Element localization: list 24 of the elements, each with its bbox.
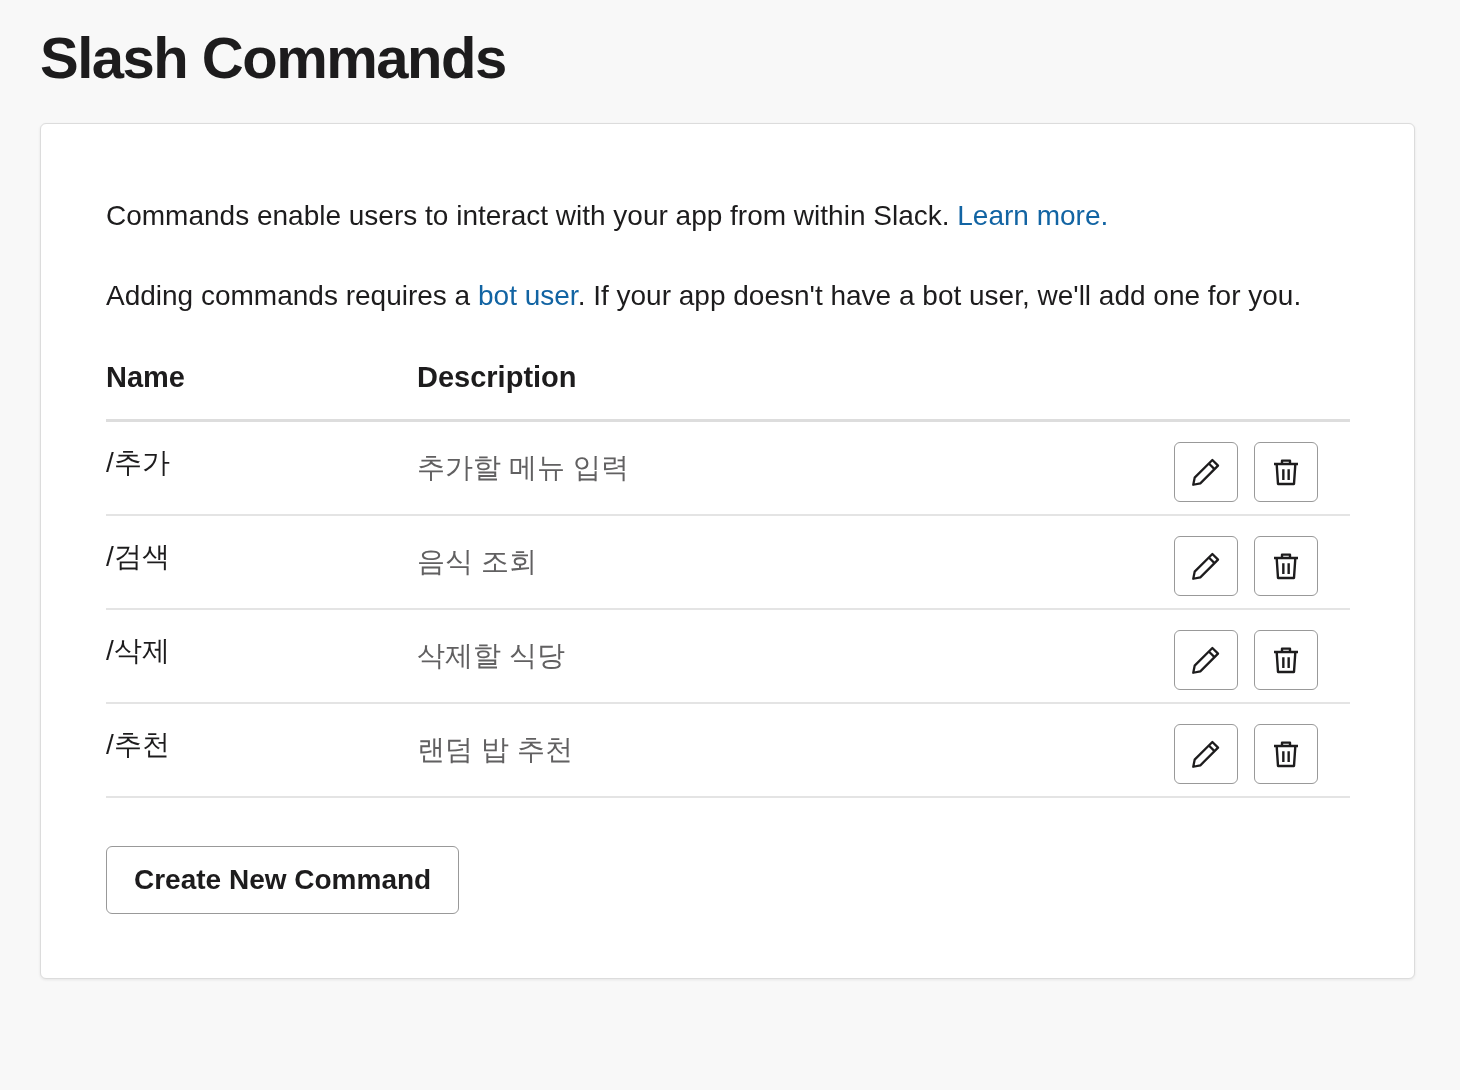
edit-button[interactable] xyxy=(1174,724,1238,784)
column-header: Name xyxy=(106,359,186,395)
command-name: /추가 xyxy=(106,446,171,480)
edit-button[interactable] xyxy=(1174,630,1238,690)
description-text: Adding commands requires a bot user. If your app doesn't have a bot user, we'll add one for you. xyxy=(106,278,1303,313)
command-description: 삭제할 식당 xyxy=(417,639,566,673)
description-text: Commands enable users to interact with your app from within Slack. Learn more. xyxy=(106,198,1110,233)
delete-button[interactable] xyxy=(1254,724,1318,784)
create-command-button[interactable]: Create New Command xyxy=(106,846,460,914)
link[interactable]: bot user xyxy=(478,279,578,311)
delete-button[interactable] xyxy=(1254,442,1318,502)
command-name: /검색 xyxy=(106,540,171,574)
delete-button[interactable] xyxy=(1254,630,1318,690)
edit-button[interactable] xyxy=(1174,442,1238,502)
link[interactable]: Learn more. xyxy=(957,199,1109,231)
command-description: 음식 조회 xyxy=(417,545,538,579)
command-name: /추천 xyxy=(106,728,171,762)
command-description: 추가할 메뉴 입력 xyxy=(417,451,630,485)
delete-button[interactable] xyxy=(1254,536,1318,596)
command-name: /삭제 xyxy=(106,634,171,668)
page-title: Slash Commands xyxy=(40,24,507,92)
command-description: 랜덤 밥 추천 xyxy=(417,733,574,767)
edit-button[interactable] xyxy=(1174,536,1238,596)
column-header: Description xyxy=(417,359,577,395)
